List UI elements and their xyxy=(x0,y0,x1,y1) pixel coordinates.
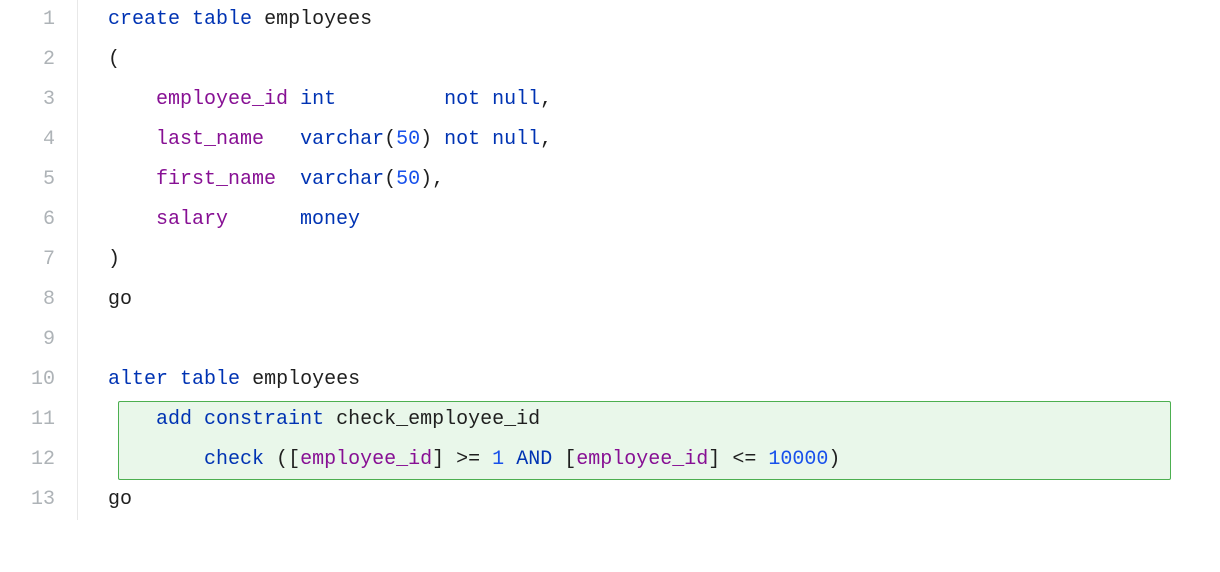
code-line[interactable] xyxy=(78,320,1220,360)
keyword: AND xyxy=(516,448,552,471)
code-line[interactable]: go xyxy=(78,280,1220,320)
go: go xyxy=(108,488,132,511)
keyword: alter xyxy=(108,368,168,391)
not-null: not null xyxy=(444,88,540,111)
code-line[interactable]: employee_id int not null, xyxy=(78,80,1220,120)
table-name: employees xyxy=(264,8,372,31)
number: 50 xyxy=(396,168,420,191)
line-number: 12 xyxy=(0,440,55,480)
type: varchar xyxy=(300,128,384,151)
code-editor[interactable]: create table employees ( employee_id int… xyxy=(78,0,1220,520)
keyword: check xyxy=(204,448,264,471)
column-name: employee_id xyxy=(156,88,288,111)
keyword: constraint xyxy=(204,408,324,431)
paren: ) xyxy=(828,448,840,471)
bracket: ] xyxy=(708,448,720,471)
constraint-name: check_employee_id xyxy=(336,408,540,431)
paren: ) xyxy=(108,248,120,271)
code-line[interactable]: check ([employee_id] >= 1 AND [employee_… xyxy=(78,440,1220,480)
line-number-gutter: 1 2 3 4 5 6 7 8 9 10 11 12 13 xyxy=(0,0,78,520)
paren: ) xyxy=(420,168,432,191)
number: 1 xyxy=(492,448,504,471)
not-null: not null xyxy=(444,128,540,151)
comma: , xyxy=(432,168,444,191)
go: go xyxy=(108,288,132,311)
type: varchar xyxy=(300,168,384,191)
line-number: 5 xyxy=(0,160,55,200)
line-number: 11 xyxy=(0,400,55,440)
paren: ( xyxy=(276,448,288,471)
comma: , xyxy=(540,88,552,111)
paren: ( xyxy=(108,48,120,71)
code-line[interactable]: alter table employees xyxy=(78,360,1220,400)
line-number: 3 xyxy=(0,80,55,120)
operator: >= xyxy=(456,448,480,471)
keyword: table xyxy=(192,8,252,31)
line-number: 2 xyxy=(0,40,55,80)
code-line[interactable]: create table employees xyxy=(78,0,1220,40)
column-ref: employee_id xyxy=(576,448,708,471)
code-line[interactable]: ( xyxy=(78,40,1220,80)
paren: ( xyxy=(384,128,396,151)
bracket: ] xyxy=(432,448,444,471)
line-number: 7 xyxy=(0,240,55,280)
keyword: create xyxy=(108,8,180,31)
column-name: first_name xyxy=(156,168,276,191)
column-ref: employee_id xyxy=(300,448,432,471)
line-number: 8 xyxy=(0,280,55,320)
line-number: 1 xyxy=(0,0,55,40)
type: money xyxy=(300,208,360,231)
type: int xyxy=(300,88,336,111)
column-name: salary xyxy=(156,208,228,231)
keyword: table xyxy=(180,368,240,391)
bracket: [ xyxy=(564,448,576,471)
number: 10000 xyxy=(768,448,828,471)
paren: ( xyxy=(384,168,396,191)
keyword: add xyxy=(156,408,192,431)
column-name: last_name xyxy=(156,128,264,151)
code-line[interactable]: add constraint check_employee_id xyxy=(78,400,1220,440)
code-line[interactable]: first_name varchar(50), xyxy=(78,160,1220,200)
operator: <= xyxy=(732,448,756,471)
code-line[interactable]: salary money xyxy=(78,200,1220,240)
line-number: 13 xyxy=(0,480,55,520)
line-number: 4 xyxy=(0,120,55,160)
line-number: 9 xyxy=(0,320,55,360)
table-name: employees xyxy=(252,368,360,391)
line-number: 10 xyxy=(0,360,55,400)
bracket: [ xyxy=(288,448,300,471)
code-line[interactable]: ) xyxy=(78,240,1220,280)
line-number: 6 xyxy=(0,200,55,240)
number: 50 xyxy=(396,128,420,151)
code-line[interactable]: last_name varchar(50) not null, xyxy=(78,120,1220,160)
comma: , xyxy=(540,128,552,151)
paren: ) xyxy=(420,128,432,151)
code-line[interactable]: go xyxy=(78,480,1220,520)
